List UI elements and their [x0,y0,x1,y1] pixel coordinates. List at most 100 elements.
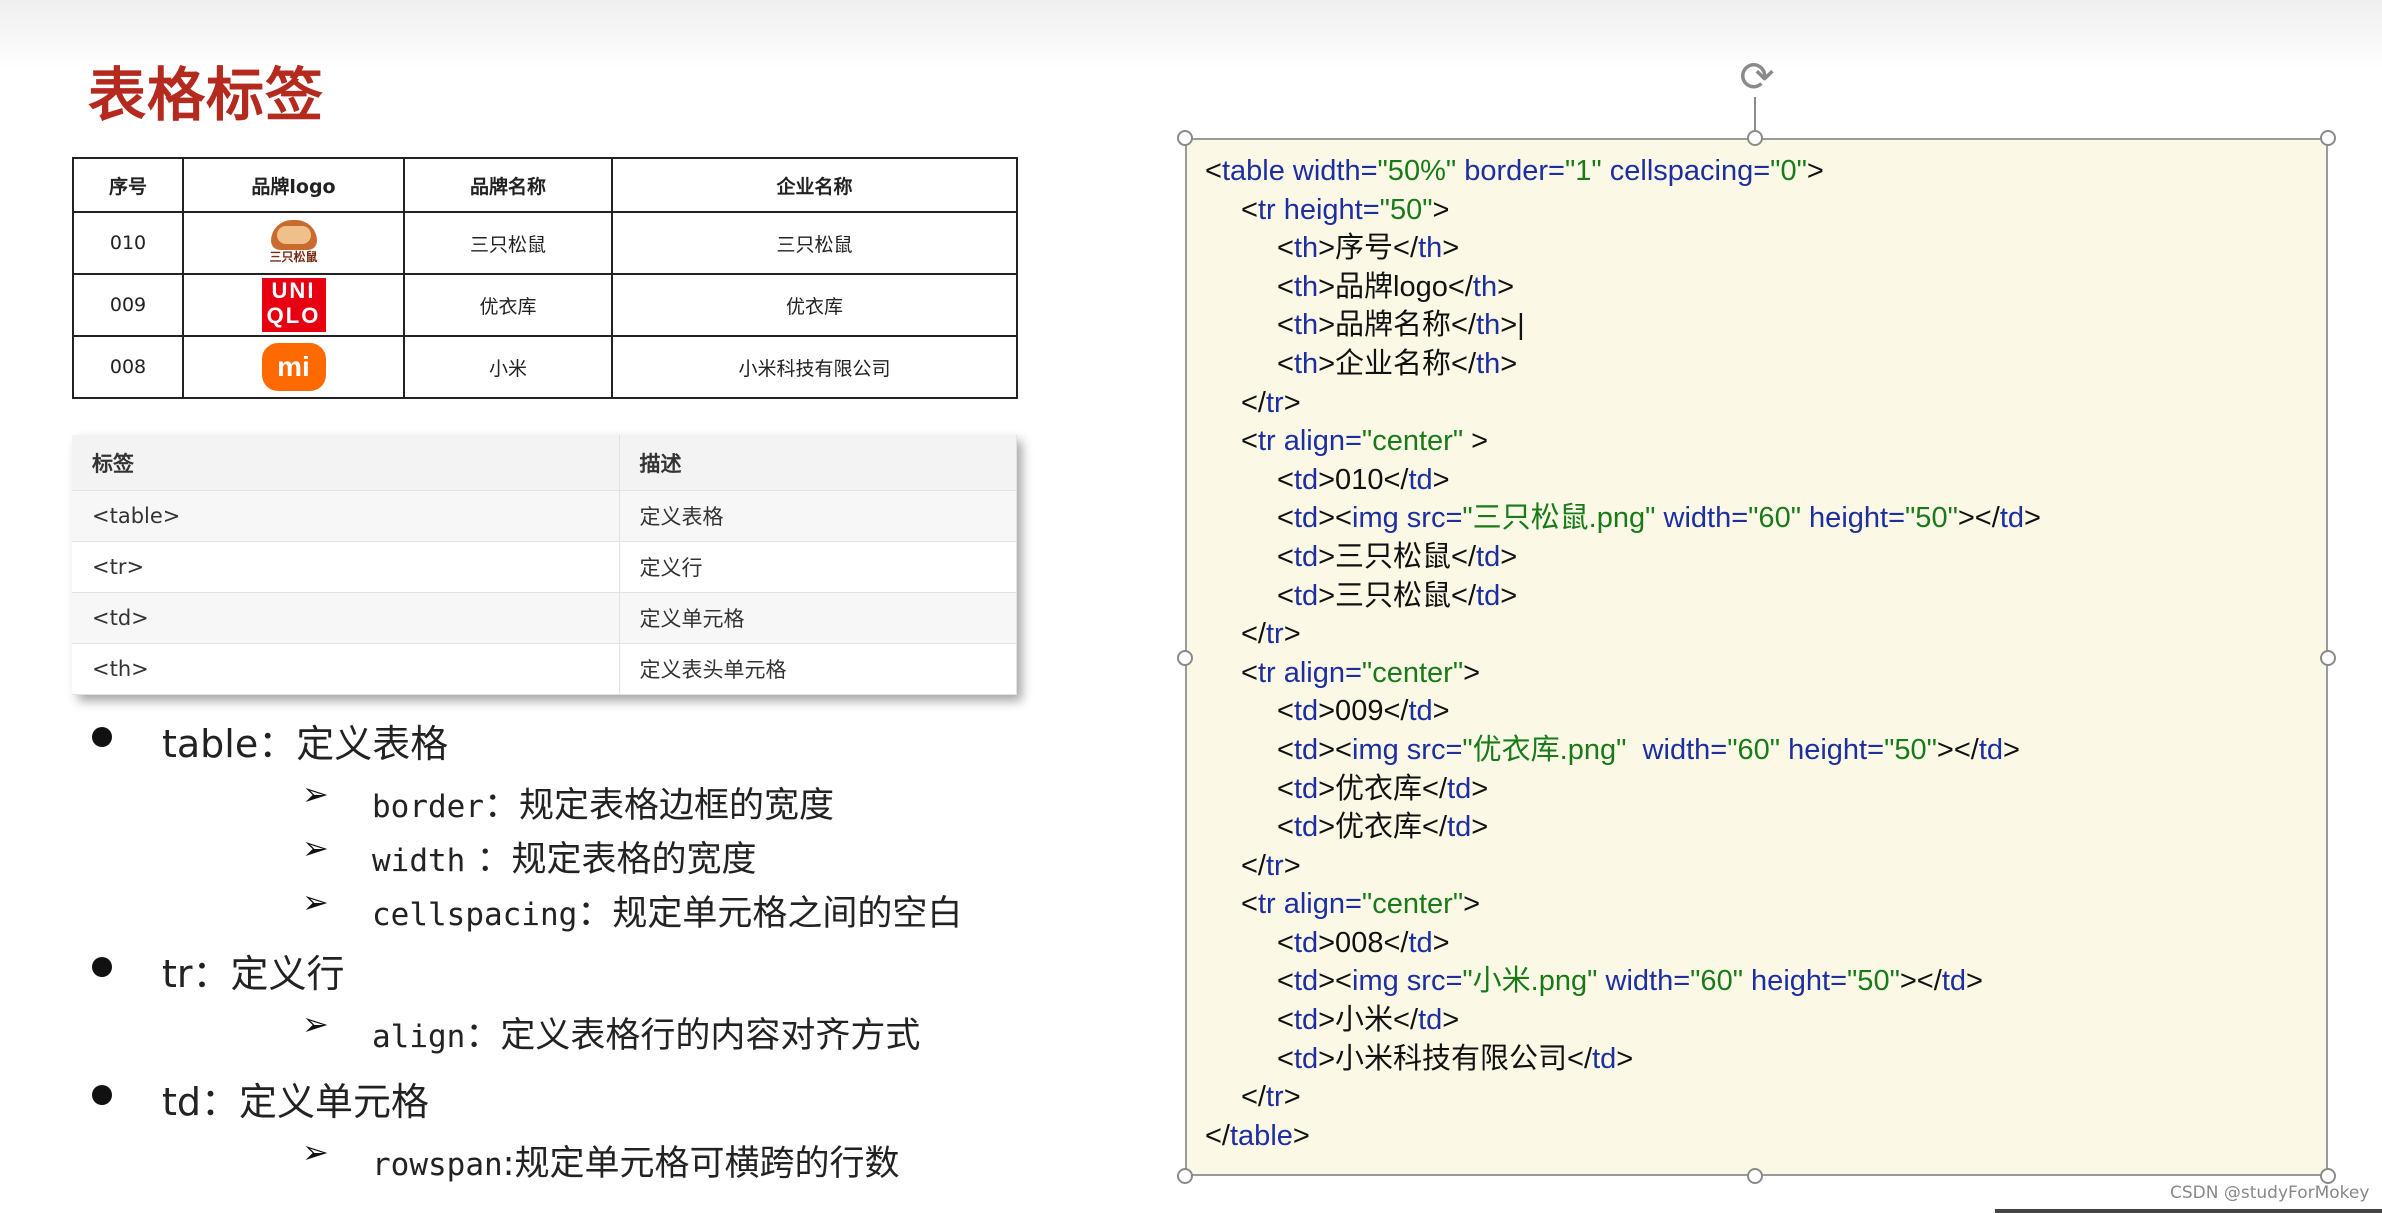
company-name: 小米科技有限公司 [611,335,1018,399]
code-token: img src= [1352,733,1463,766]
code-token: > [1283,386,1301,419]
code-token: < [1277,695,1294,728]
description-cell: 定义表格 [619,490,1017,542]
code-token: > [1966,965,1983,998]
code-line: <td><img src="优衣库.png" width="60" height… [1205,731,2041,770]
code-token: >三只松鼠</ [1318,579,1477,612]
table-row: 008 mi 小米 小米科技有限公司 [72,335,1018,399]
resize-handle[interactable] [2320,1168,2336,1184]
code-token: ></ [1957,502,2000,535]
code-token: td [1293,579,1319,612]
attribute-name: align [372,1019,466,1055]
code-token: > [1432,193,1450,226]
brand-logo-cell: mi [182,335,405,399]
code-line: <td>小米</td> [1205,1001,2041,1040]
bullet-text: tr：定义行 [162,952,345,996]
code-token: "center" [1361,888,1464,921]
sub-text: align：定义表格行的内容对齐方式 [372,1007,920,1058]
code-line: <th>企业名称</th> [1205,345,2041,384]
code-token: height= [1743,965,1848,998]
code-token: > [1463,656,1481,689]
code-token: > [1471,772,1489,805]
code-line: <td>优衣库</td> [1205,770,2041,809]
code-line: <th>序号</th> [1205,229,2041,268]
code-token: < [1277,1042,1294,1075]
code-line: </tr> [1205,847,2041,886]
table-row: <table> 定义表格 [72,490,1017,542]
code-line: </table> [1205,1117,2041,1156]
resize-handle[interactable] [1177,1168,1193,1184]
column-header: 品牌名称 [403,157,613,213]
code-line: <td>优衣库</td> [1205,808,2041,847]
code-token: >009</ [1318,695,1409,728]
tag-cell: <tr> [72,541,620,593]
top-band [0,0,2382,70]
code-token: "50%" [1377,155,1457,187]
code-line: <td><img src="小米.png" width="60" height=… [1205,962,2041,1001]
code-line: <td><img src="三只松鼠.png" width="60" heigh… [1205,499,2041,538]
code-token: "center" [1361,656,1464,689]
code-token: >小米科技有限公司</ [1318,1042,1593,1075]
code-token: >三只松鼠</ [1318,540,1477,573]
code-line: <tr align="center"> [1205,885,2041,924]
code-token: </ [1205,1119,1230,1152]
code-token: "小米.png" [1462,965,1598,998]
company-name: 优衣库 [611,273,1018,337]
list-item: tr：定义行 [92,935,1052,999]
code-token: < [1277,540,1294,573]
brand-table: 序号 品牌logo 品牌名称 企业名称 010 三只松鼠 三只松鼠 三只松鼠 0… [72,157,1018,399]
code-token: </ [1241,386,1266,419]
code-token: < [1277,309,1294,342]
code-token: td [1978,733,2004,766]
resize-handle[interactable] [2320,650,2336,666]
resize-handle[interactable] [1177,650,1193,666]
code-token: tr align= [1257,888,1362,921]
code-line: <table width="50%" border="1" cellspacin… [1205,152,2041,191]
resize-handle[interactable] [1177,130,1193,146]
code-token: < [1277,772,1294,805]
code-token: th [1476,309,1501,342]
code-token: >< [1318,733,1352,766]
code-line: <th>品牌logo</th> [1205,268,2041,307]
code-block: <table width="50%" border="1" cellspacin… [1205,152,2041,1155]
row-id: 009 [72,273,184,337]
code-token: < [1277,733,1294,766]
rotate-icon[interactable]: ⟳ [1735,55,1779,99]
code-token: < [1277,579,1294,612]
arrow-bullet-icon: ➢ [302,1133,329,1171]
code-token: tr [1266,849,1284,882]
code-token: td [1408,695,1433,728]
code-token: > [1283,618,1301,651]
code-token: img src= [1352,965,1463,998]
watermark: CSDN @studyForMokey [2170,1183,2370,1203]
code-token: "50" [1847,965,1900,998]
table-row: <td> 定义单元格 [72,592,1017,644]
resize-handle[interactable] [1747,1168,1763,1184]
code-line: <tr height="50"> [1205,191,2041,230]
resize-handle[interactable] [2320,130,2336,146]
code-token: tr [1266,386,1284,419]
code-token: < [1241,888,1258,921]
arrow-bullet-icon: ➢ [302,829,329,867]
code-token: < [1241,656,1258,689]
bullet-dot-icon [92,957,112,977]
code-token: th [1293,309,1319,342]
code-token: >< [1318,502,1352,535]
uniqlo-logo-line: QLO [266,303,321,328]
attribute-description: ：规定单元格之间的空白 [577,894,963,934]
column-header: 品牌logo [182,157,405,213]
code-token: "优衣库.png" [1462,733,1627,766]
resize-handle[interactable] [1747,130,1763,146]
code-token: td [1447,772,1472,805]
code-token: td [1476,579,1501,612]
code-token: "50" [1905,502,1958,535]
code-token: th [1293,347,1319,380]
code-token: >序号</ [1318,232,1419,265]
code-token: < [1277,347,1294,380]
uniqlo-logo-line: UNI [271,278,316,303]
brand-logo-cell: 三只松鼠 [182,211,405,275]
tag-cell: <th> [72,643,620,695]
code-token: >小米</ [1318,1004,1419,1037]
code-token: >企业名称</ [1318,347,1477,380]
brand-logo-cell: UNI QLO [182,273,405,337]
